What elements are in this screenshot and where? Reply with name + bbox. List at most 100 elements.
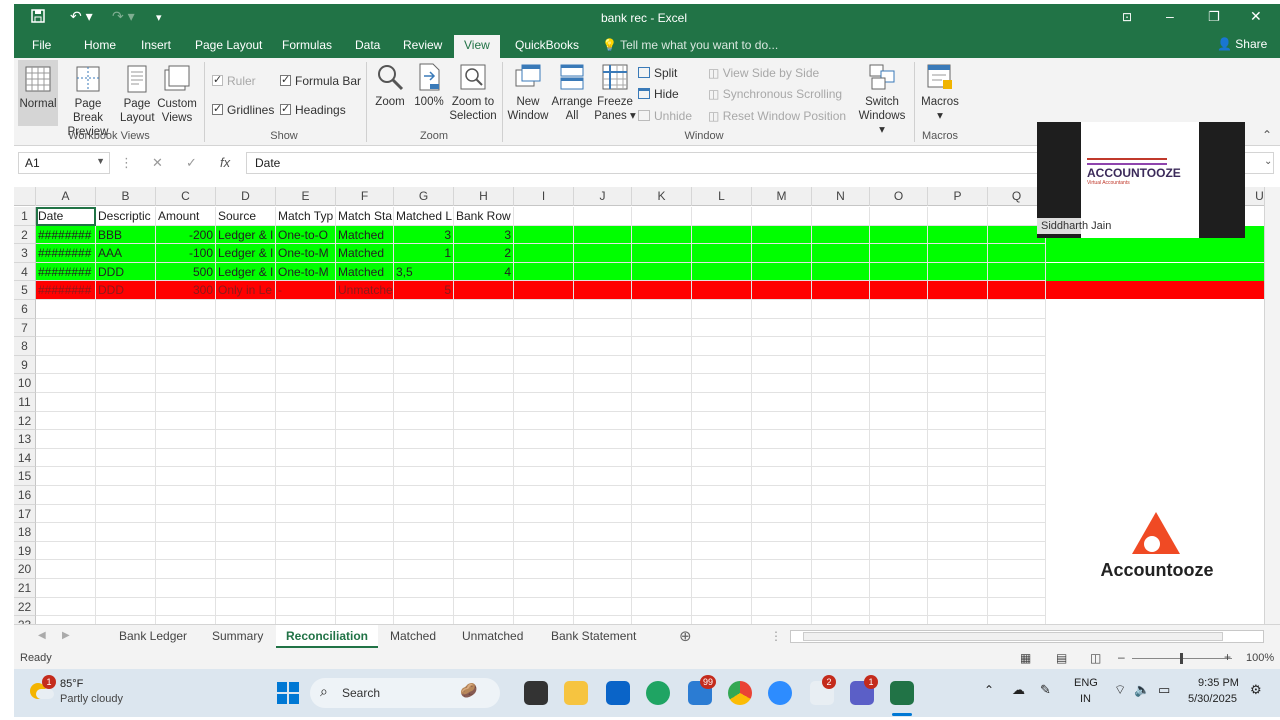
table-cell[interactable] [156,486,216,505]
table-cell[interactable] [632,207,692,226]
table-cell[interactable] [394,393,454,412]
table-cell[interactable] [692,225,752,245]
table-cell[interactable] [692,411,752,431]
table-cell[interactable]: Only in Le [216,281,276,300]
table-cell[interactable] [96,374,156,393]
table-cell[interactable] [574,597,632,617]
scroll-left-icon[interactable]: ◀ [38,630,46,641]
table-cell[interactable] [514,597,574,617]
table-cell[interactable] [988,448,1046,468]
table-cell[interactable] [632,504,692,524]
tab-data[interactable]: Data [355,38,380,52]
table-cell[interactable] [454,318,514,338]
table-cell[interactable] [870,262,928,282]
restore-button[interactable]: ❐ [1208,9,1220,29]
table-cell[interactable]: ######## [36,225,96,245]
table-cell[interactable] [514,411,574,431]
table-cell[interactable] [216,523,276,542]
table-cell[interactable] [812,244,870,263]
table-cell[interactable] [574,467,632,486]
horizontal-scrollbar[interactable] [790,630,1264,643]
table-cell[interactable] [752,207,812,226]
table-cell[interactable] [870,579,928,598]
tab-view[interactable]: View [454,35,500,58]
table-cell[interactable] [812,318,870,338]
table-cell[interactable] [276,597,336,617]
table-cell[interactable] [96,337,156,356]
table-cell[interactable] [632,244,692,263]
normal-view-icon[interactable]: ▦ [1020,651,1031,665]
table-cell[interactable] [96,541,156,561]
table-cell[interactable] [812,430,870,449]
table-cell[interactable] [692,541,752,561]
table-cell[interactable] [96,523,156,542]
table-cell[interactable] [394,579,454,598]
table-cell[interactable] [394,430,454,449]
row-header[interactable]: 9 [14,355,36,375]
table-cell[interactable] [574,430,632,449]
formula-bar-checkbox[interactable]: Formula Bar [280,73,361,88]
table-cell[interactable] [156,430,216,449]
table-cell[interactable] [692,597,752,617]
table-cell[interactable] [632,337,692,356]
table-cell[interactable] [632,281,692,300]
tab-review[interactable]: Review [403,38,442,52]
table-cell[interactable]: Source [216,207,276,226]
table-cell[interactable] [394,467,454,486]
table-cell[interactable] [156,374,216,393]
table-cell[interactable] [454,300,514,319]
table-cell[interactable] [988,504,1046,524]
table-cell[interactable] [928,504,988,524]
table-cell[interactable] [276,448,336,468]
row-header[interactable]: 7 [14,318,36,338]
task-view-icon[interactable] [524,681,548,705]
notification-center-icon[interactable]: ⚙ [1250,682,1262,698]
table-cell[interactable] [454,355,514,375]
table-cell[interactable] [36,393,96,412]
table-cell[interactable] [812,579,870,598]
table-cell[interactable]: Matched L [394,207,454,226]
table-cell[interactable] [752,504,812,524]
table-cell[interactable] [336,374,394,393]
table-cell[interactable] [870,541,928,561]
column-header[interactable]: P [928,187,988,206]
tab-quickbooks[interactable]: QuickBooks [515,38,579,52]
tab-insert[interactable]: Insert [141,38,171,52]
table-cell[interactable]: 4 [454,262,514,282]
table-cell[interactable] [276,318,336,338]
pen-icon[interactable]: ✎ [1040,682,1051,698]
sheet-tab-summary[interactable]: Summary [212,629,263,643]
table-cell[interactable] [574,244,632,263]
split-button[interactable]: Split [638,66,677,80]
table-cell[interactable] [276,411,336,431]
row-header[interactable]: 3 [14,244,36,263]
table-cell[interactable] [36,560,96,579]
table-cell[interactable] [574,300,632,319]
table-cell[interactable] [812,225,870,245]
table-cell[interactable] [454,579,514,598]
column-header[interactable]: C [156,187,216,206]
table-cell[interactable] [988,560,1046,579]
table-cell[interactable] [156,523,216,542]
active-cell[interactable]: Date [36,207,96,226]
table-cell[interactable] [514,337,574,356]
table-cell[interactable] [514,560,574,579]
table-cell[interactable] [870,523,928,542]
row-header[interactable]: 18 [14,523,36,542]
table-cell[interactable] [870,393,928,412]
table-cell[interactable] [96,300,156,319]
table-cell[interactable]: Unmatche [336,281,394,300]
table-cell[interactable] [36,318,96,338]
table-cell[interactable] [336,467,394,486]
table-cell[interactable] [928,411,988,431]
table-cell[interactable]: - [276,281,336,300]
table-cell[interactable] [156,393,216,412]
table-cell[interactable] [692,355,752,375]
table-cell[interactable] [336,560,394,579]
row-header[interactable]: 10 [14,374,36,393]
sheet-tab-matched[interactable]: Matched [390,629,436,643]
column-header[interactable]: N [812,187,870,206]
table-cell[interactable] [514,504,574,524]
table-cell[interactable] [394,374,454,393]
table-cell[interactable] [36,579,96,598]
